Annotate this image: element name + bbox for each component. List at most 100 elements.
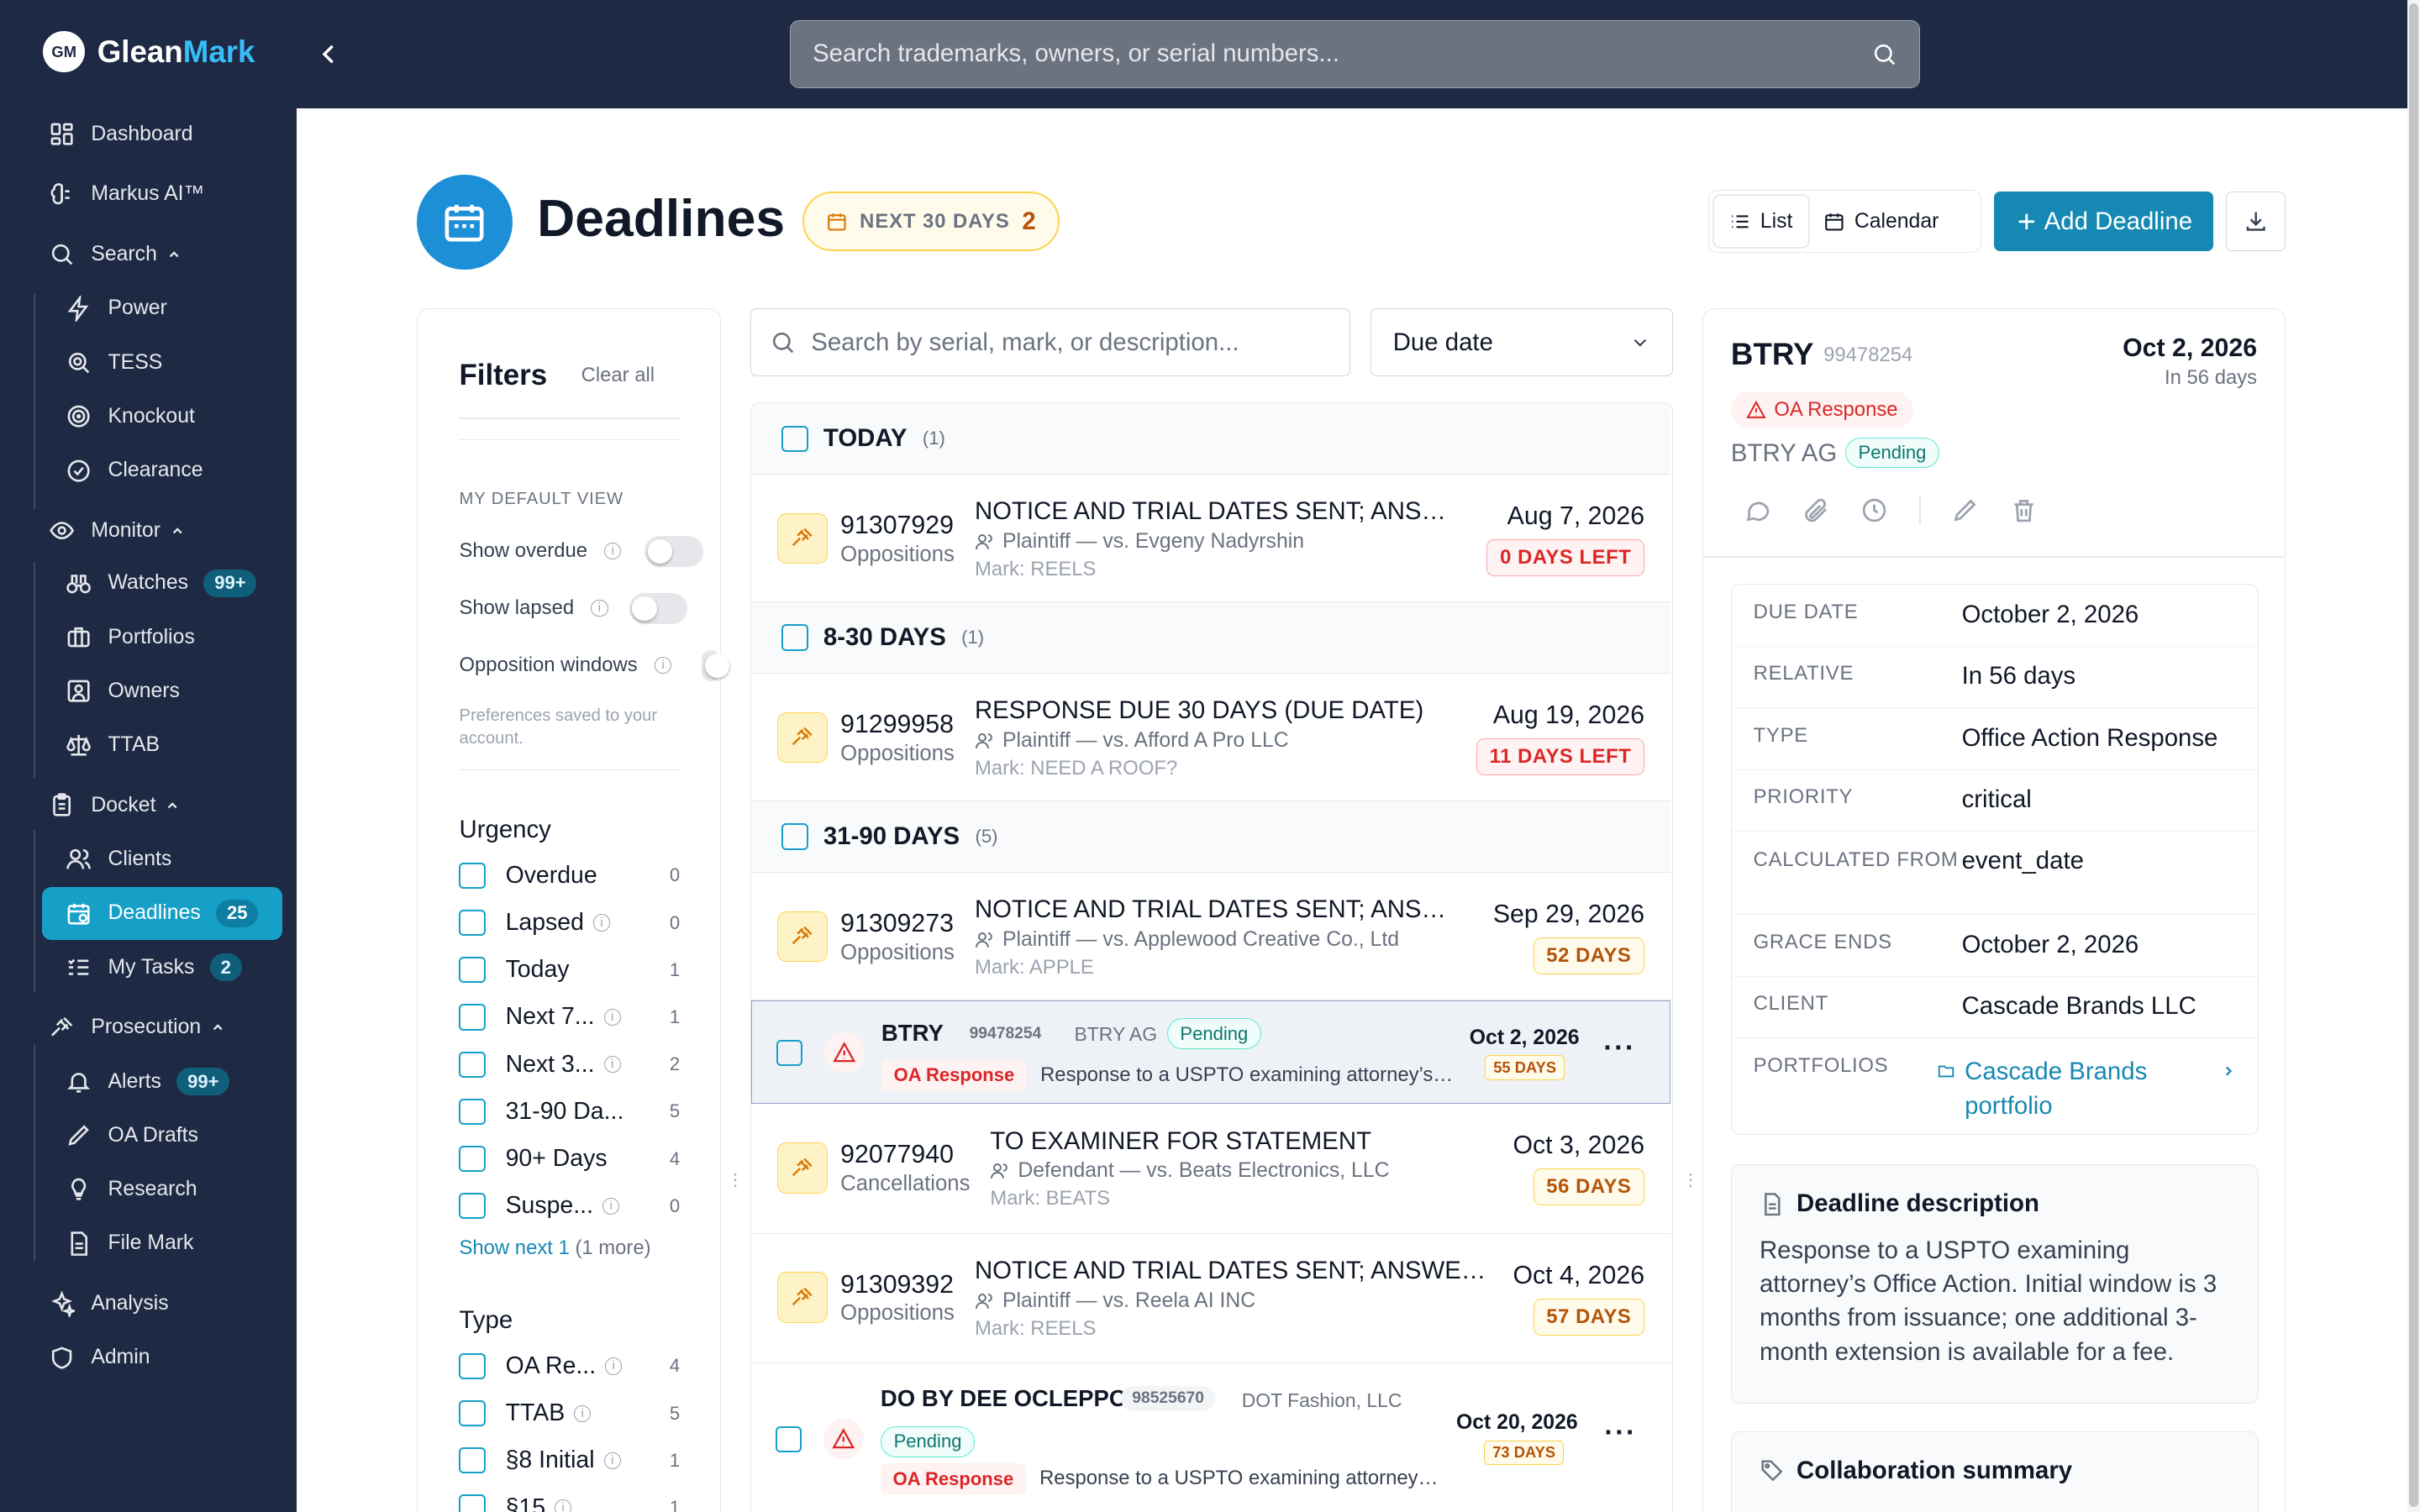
- info-icon[interactable]: i: [654, 656, 672, 674]
- filter-option[interactable]: 31-90 Da... 5: [459, 1093, 680, 1130]
- group-checkbox[interactable]: [781, 823, 808, 850]
- sidebar-item-tess[interactable]: TESS: [55, 336, 282, 388]
- filter-option[interactable]: Next 3... i 2: [459, 1046, 680, 1083]
- app-logo[interactable]: GM GleanMark: [43, 30, 255, 73]
- global-search[interactable]: [790, 19, 1920, 88]
- filter-option[interactable]: Today 1: [459, 952, 680, 989]
- info-icon[interactable]: i: [602, 1197, 620, 1215]
- sidebar-item-mytasks[interactable]: My Tasks 2: [55, 941, 282, 993]
- global-search-input[interactable]: [813, 39, 1832, 69]
- sidebar-item-monitor[interactable]: Monitor: [42, 505, 283, 557]
- show-next-link[interactable]: Show next 1 (1 more): [459, 1236, 650, 1260]
- filter-option[interactable]: OA Re... i 4: [459, 1347, 680, 1384]
- table-row[interactable]: DO BY DEE OCLEPPO 98525670 DOT Fashion, …: [750, 1362, 1671, 1512]
- sidebar-item-admin[interactable]: Admin: [42, 1331, 283, 1383]
- info-icon[interactable]: i: [605, 1357, 623, 1375]
- filter-checkbox[interactable]: [459, 1494, 486, 1512]
- sidebar-item-power[interactable]: Power: [55, 282, 282, 334]
- info-icon[interactable]: i: [603, 1056, 621, 1074]
- filter-option[interactable]: Overdue 0: [459, 857, 680, 894]
- row-checkbox[interactable]: [776, 1040, 803, 1067]
- filter-option[interactable]: Lapsed i 0: [459, 905, 680, 942]
- info-icon[interactable]: i: [604, 542, 622, 560]
- sidebar-item-markus[interactable]: Markus AI™: [42, 168, 283, 220]
- sort-select[interactable]: Due date: [1370, 308, 1673, 377]
- sidebar-item-owners[interactable]: Owners: [55, 665, 282, 717]
- sidebar-item-alerts[interactable]: Alerts 99+: [55, 1055, 282, 1107]
- sidebar-item-knockout[interactable]: Knockout: [55, 391, 282, 443]
- trash-icon[interactable]: [2010, 496, 2038, 524]
- sidebar-item-research[interactable]: Research: [55, 1163, 282, 1215]
- filter-checkbox[interactable]: [459, 862, 486, 889]
- info-icon[interactable]: i: [591, 599, 608, 617]
- history-icon[interactable]: [1860, 496, 1888, 524]
- row-checkbox[interactable]: [776, 1426, 802, 1453]
- add-deadline-button[interactable]: Add Deadline: [1994, 191, 2213, 252]
- sidebar-item-ttab[interactable]: TTAB: [55, 719, 282, 771]
- filter-checkbox[interactable]: [459, 1051, 486, 1078]
- table-row[interactable]: 91309273 Oppositions NOTICE AND TRIAL DA…: [750, 872, 1671, 1001]
- resize-handle[interactable]: ⋮: [1682, 1169, 1699, 1190]
- table-row[interactable]: 92077940 Cancellations TO EXAMINER FOR S…: [750, 1104, 1671, 1234]
- filter-checkbox[interactable]: [459, 1004, 486, 1031]
- sidebar-item-clearance[interactable]: Clearance: [55, 444, 282, 496]
- sidebar-item-deadlines[interactable]: Deadlines 25: [41, 887, 283, 940]
- table-row[interactable]: 91307929 Oppositions NOTICE AND TRIAL DA…: [750, 474, 1671, 603]
- sidebar-item-filemark[interactable]: File Mark: [55, 1217, 282, 1269]
- sidebar-item-search[interactable]: Search: [42, 228, 283, 281]
- page-scrollbar[interactable]: [2407, 0, 2420, 1512]
- table-row-selected[interactable]: BTRY 99478254 BTRY AG Pending OA Respons…: [750, 1000, 1671, 1105]
- scrollbar-thumb[interactable]: [2409, 3, 2419, 1508]
- sidebar-item-clients[interactable]: Clients: [55, 833, 282, 885]
- sidebar-item-oadrafts[interactable]: OA Drafts: [55, 1110, 282, 1162]
- range-filter-pill[interactable]: NEXT 30 DAYS 2: [802, 191, 1060, 252]
- show-lapsed-toggle[interactable]: [629, 593, 688, 624]
- filter-option[interactable]: Next 7... i 1: [459, 999, 680, 1036]
- show-overdue-toggle[interactable]: [644, 536, 703, 568]
- filter-checkbox[interactable]: [459, 1352, 486, 1380]
- sidebar-item-docket[interactable]: Docket: [42, 780, 283, 832]
- portfolio-link[interactable]: Cascade Brands portfolio: [1937, 1038, 2236, 1134]
- calendar-view-button[interactable]: Calendar: [1808, 196, 1954, 247]
- clear-all-link[interactable]: Clear all: [581, 364, 655, 387]
- check-circle-icon: [65, 457, 92, 485]
- filter-checkbox[interactable]: [459, 1447, 486, 1474]
- comment-icon[interactable]: [1744, 496, 1771, 524]
- list-search[interactable]: Search by serial, mark, or description..…: [750, 308, 1351, 377]
- table-row[interactable]: 91299958 Oppositions RESPONSE DUE 30 DAY…: [750, 673, 1671, 802]
- sidebar-item-prosecution[interactable]: Prosecution: [42, 1001, 283, 1053]
- filter-option[interactable]: §8 Initial i 1: [459, 1442, 680, 1479]
- more-actions-icon[interactable]: ···: [1604, 1417, 1637, 1449]
- opposition-windows-toggle[interactable]: [701, 650, 729, 681]
- sidebar-item-dashboard[interactable]: Dashboard: [42, 108, 283, 160]
- info-icon[interactable]: i: [603, 1008, 621, 1026]
- resize-handle[interactable]: ⋮: [727, 1169, 744, 1190]
- paperclip-icon[interactable]: [1802, 496, 1829, 524]
- filter-checkbox[interactable]: [459, 909, 486, 937]
- more-actions-icon[interactable]: ···: [1603, 1032, 1636, 1064]
- edit-icon[interactable]: [1951, 496, 1979, 524]
- filter-option[interactable]: TTAB i 5: [459, 1395, 680, 1432]
- sidebar-item-watches[interactable]: Watches 99+: [55, 557, 282, 609]
- filter-option[interactable]: Suspe... i 0: [459, 1188, 680, 1225]
- info-icon[interactable]: i: [574, 1404, 592, 1422]
- sidebar-item-portfolios[interactable]: Portfolios: [55, 611, 282, 663]
- list-view-button[interactable]: List: [1713, 196, 1808, 247]
- table-row[interactable]: 91309392 Oppositions NOTICE AND TRIAL DA…: [750, 1233, 1671, 1363]
- sidebar-item-analysis[interactable]: Analysis: [42, 1278, 283, 1330]
- info-icon[interactable]: i: [603, 1452, 621, 1469]
- filter-option[interactable]: 90+ Days 4: [459, 1141, 680, 1178]
- filter-option[interactable]: §15 i 1: [459, 1489, 680, 1512]
- group-checkbox[interactable]: [781, 425, 808, 452]
- info-icon[interactable]: i: [592, 914, 611, 932]
- filter-checkbox[interactable]: [459, 1193, 486, 1220]
- export-button[interactable]: [2225, 191, 2286, 252]
- filter-checkbox[interactable]: [459, 1400, 486, 1427]
- filter-checkbox[interactable]: [459, 1098, 486, 1125]
- collapse-sidebar-icon[interactable]: [315, 40, 343, 68]
- info-icon[interactable]: i: [555, 1499, 572, 1512]
- filter-checkbox[interactable]: [459, 1145, 486, 1173]
- filter-checkbox[interactable]: [459, 957, 486, 984]
- group-checkbox[interactable]: [781, 624, 808, 651]
- search-icon[interactable]: [1871, 41, 1897, 67]
